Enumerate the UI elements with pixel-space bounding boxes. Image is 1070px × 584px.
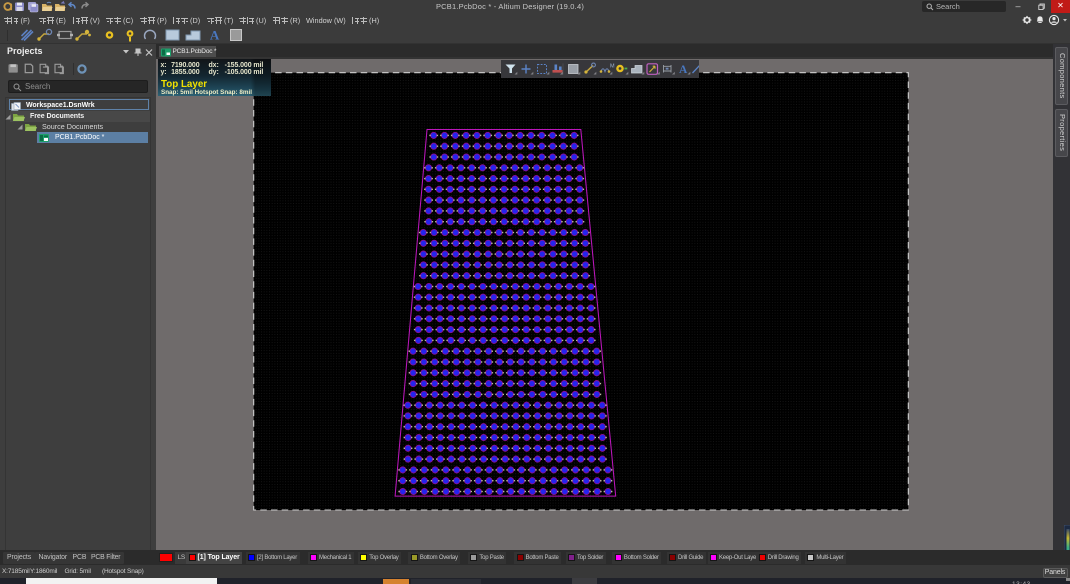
svg-text:A: A <box>210 28 220 43</box>
svg-text:M: M <box>610 63 615 69</box>
svg-text:A: A <box>679 63 688 75</box>
